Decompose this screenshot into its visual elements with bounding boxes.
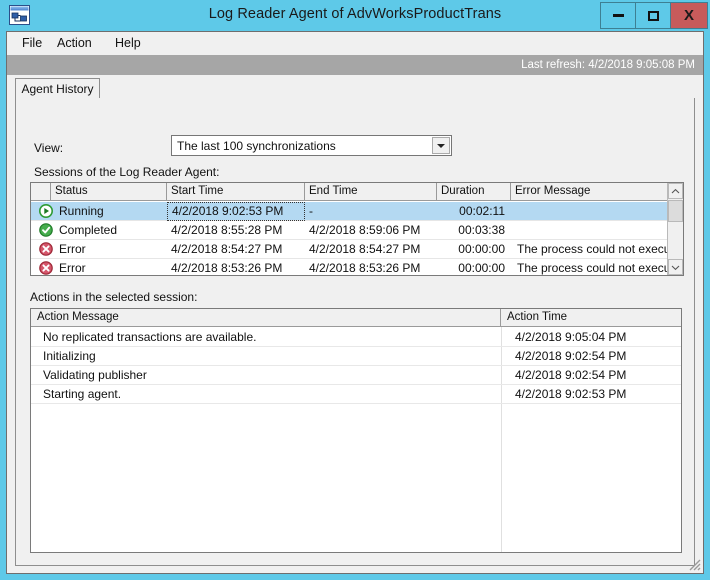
menu-item-file[interactable]: File <box>17 35 47 52</box>
sessions-col-end[interactable]: End Time <box>305 183 437 201</box>
sessions-col-icon[interactable] <box>31 183 51 201</box>
error-icon <box>39 261 53 275</box>
list-item[interactable]: Starting agent. 4/2/2018 9:02:53 PM <box>31 385 681 404</box>
cell-action-time: 4/2/2018 9:02:53 PM <box>515 387 627 401</box>
tab-agent-history[interactable]: Agent History <box>15 78 100 99</box>
scroll-down-icon[interactable] <box>668 259 683 275</box>
cell-start-time: 4/2/2018 8:54:27 PM <box>171 242 283 256</box>
cell-start-time: 4/2/2018 9:02:53 PM <box>167 202 305 221</box>
error-icon <box>39 242 53 256</box>
tab-strip: Agent History <box>15 78 695 99</box>
cell-action-message: Starting agent. <box>43 387 122 401</box>
cell-error-message <box>517 202 667 221</box>
close-icon: X <box>683 7 694 24</box>
resize-grip[interactable] <box>687 557 701 571</box>
actions-col-message[interactable]: Action Message <box>31 309 501 327</box>
list-item[interactable]: Initializing 4/2/2018 9:02:54 PM <box>31 347 681 366</box>
sessions-col-start[interactable]: Start Time <box>167 183 305 201</box>
cell-end-time: 4/2/2018 8:59:06 PM <box>309 223 421 237</box>
cell-end-time: 4/2/2018 8:54:27 PM <box>309 242 421 256</box>
actions-table[interactable]: Action Message Action Time No replicated… <box>30 308 682 553</box>
cell-action-message: Initializing <box>43 349 96 363</box>
title-bar[interactable]: Log Reader Agent of AdvWorksProductTrans… <box>0 0 710 31</box>
sessions-col-duration[interactable]: Duration <box>437 183 511 201</box>
chevron-down-icon[interactable] <box>432 137 450 154</box>
scrollbar-thumb[interactable] <box>668 200 683 222</box>
cell-error-message: The process could not execute '... <box>517 261 677 275</box>
table-row[interactable]: Running 4/2/2018 9:02:53 PM - 00:02:11 <box>31 202 683 221</box>
view-dropdown-value: The last 100 synchronizations <box>177 139 336 153</box>
cell-status: Error <box>59 261 86 275</box>
cell-start-time: 4/2/2018 8:55:28 PM <box>171 223 283 237</box>
cell-start-time: 4/2/2018 8:53:26 PM <box>171 261 283 275</box>
view-dropdown[interactable]: The last 100 synchronizations <box>171 135 452 156</box>
sessions-scrollbar[interactable] <box>667 183 683 275</box>
maximize-icon <box>647 10 659 21</box>
actions-label: Actions in the selected session: <box>30 290 198 304</box>
sessions-col-error[interactable]: Error Message <box>511 183 667 201</box>
view-label: View: <box>34 141 64 155</box>
cell-duration: 00:00:00 <box>458 261 505 275</box>
cell-end-time: 4/2/2018 8:53:26 PM <box>309 261 421 275</box>
last-refresh-label: Last refresh: 4/2/2018 9:05:08 PM <box>521 59 695 71</box>
cell-action-message: No replicated transactions are available… <box>43 330 257 344</box>
sessions-table-header: Status Start Time End Time Duration Erro… <box>31 183 683 201</box>
cell-duration: 00:03:38 <box>458 223 505 237</box>
menu-bar: File Action Help <box>7 32 703 56</box>
refresh-bar: Last refresh: 4/2/2018 9:05:08 PM <box>7 55 703 75</box>
list-item[interactable]: No replicated transactions are available… <box>31 328 681 347</box>
scroll-up-icon[interactable] <box>668 183 683 199</box>
agent-history-panel: View: The last 100 synchronizations Sess… <box>15 98 695 566</box>
close-button[interactable]: X <box>671 2 708 29</box>
menu-item-action[interactable]: Action <box>52 35 97 52</box>
minimize-button[interactable] <box>600 2 636 29</box>
cell-end-time: - <box>309 204 313 218</box>
sessions-label: Sessions of the Log Reader Agent: <box>34 165 220 179</box>
table-row[interactable]: Error 4/2/2018 8:53:26 PM 4/2/2018 8:53:… <box>31 259 683 275</box>
cell-error-message <box>517 221 667 240</box>
cell-action-time: 4/2/2018 9:05:04 PM <box>515 330 627 344</box>
cell-action-time: 4/2/2018 9:02:54 PM <box>515 349 627 363</box>
cell-duration: 00:00:00 <box>458 242 505 256</box>
sessions-col-status[interactable]: Status <box>51 183 167 201</box>
table-row[interactable]: Error 4/2/2018 8:54:27 PM 4/2/2018 8:54:… <box>31 240 683 259</box>
cell-action-time: 4/2/2018 9:02:54 PM <box>515 368 627 382</box>
running-icon <box>39 204 53 218</box>
table-row[interactable]: Completed 4/2/2018 8:55:28 PM 4/2/2018 8… <box>31 221 683 240</box>
cell-duration: 00:02:11 <box>459 204 505 218</box>
cell-action-message: Validating publisher <box>43 368 147 382</box>
cell-status: Completed <box>59 223 118 237</box>
minimize-icon <box>612 14 624 17</box>
maximize-button[interactable] <box>636 2 671 29</box>
actions-col-time[interactable]: Action Time <box>501 309 681 327</box>
sessions-table[interactable]: Status Start Time End Time Duration Erro… <box>30 182 684 276</box>
menu-item-help[interactable]: Help <box>110 35 146 52</box>
cell-status: Running <box>59 204 104 218</box>
cell-error-message: The process could not execute '... <box>517 242 677 256</box>
app-window: Log Reader Agent of AdvWorksProductTrans… <box>0 0 710 580</box>
actions-table-header: Action Message Action Time <box>31 309 681 327</box>
list-item[interactable]: Validating publisher 4/2/2018 9:02:54 PM <box>31 366 681 385</box>
client-area: File Action Help Last refresh: 4/2/2018 … <box>6 31 704 574</box>
completed-icon <box>39 223 53 237</box>
cell-status: Error <box>59 242 86 256</box>
